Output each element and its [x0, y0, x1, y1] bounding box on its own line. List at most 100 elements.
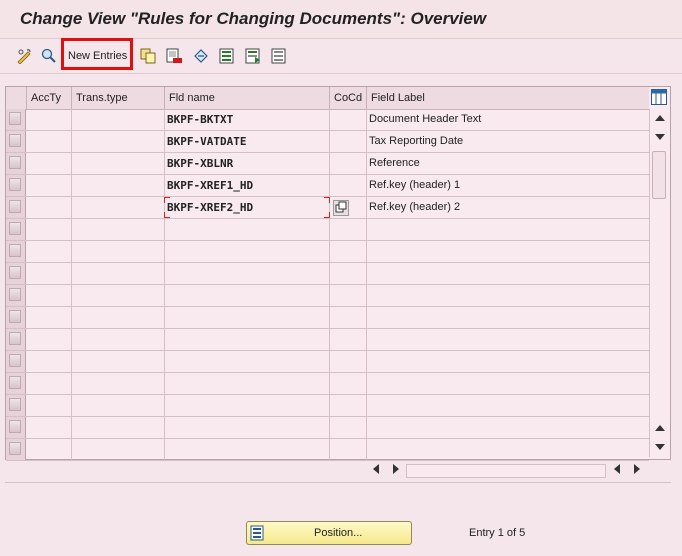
- cell-cocd[interactable]: [330, 351, 367, 372]
- cell-cocd[interactable]: [330, 219, 367, 240]
- cell-fld-name[interactable]: [165, 395, 330, 416]
- scroll-up-icon[interactable]: [655, 115, 665, 121]
- row-selector[interactable]: [6, 395, 26, 416]
- row-selector[interactable]: [6, 439, 26, 460]
- cell-trans-type[interactable]: [72, 131, 165, 152]
- cell-fld-name[interactable]: [165, 351, 330, 372]
- cell-fld-name[interactable]: BKPF-BKTXT: [165, 109, 330, 130]
- find-icon[interactable]: [41, 48, 57, 64]
- scroll-page-down-icon[interactable]: [655, 444, 665, 450]
- cell-accty[interactable]: [27, 285, 72, 306]
- row-selector[interactable]: [6, 263, 26, 284]
- cell-cocd[interactable]: [330, 329, 367, 350]
- cell-cocd[interactable]: [330, 373, 367, 394]
- row-selector[interactable]: [6, 197, 26, 218]
- scroll-page-up-icon[interactable]: [655, 425, 665, 431]
- row-selector[interactable]: [6, 219, 26, 240]
- copy-icon[interactable]: [140, 48, 156, 64]
- scroll-right-end-icon[interactable]: [634, 464, 640, 474]
- cell-fld-name[interactable]: [165, 219, 330, 240]
- cell-trans-type[interactable]: [72, 351, 165, 372]
- cell-accty[interactable]: [27, 351, 72, 372]
- cell-accty[interactable]: [27, 395, 72, 416]
- cell-fld-name[interactable]: [165, 307, 330, 328]
- cell-trans-type[interactable]: [72, 395, 165, 416]
- column-header-field-label[interactable]: Field Label: [367, 87, 649, 109]
- cell-trans-type[interactable]: [72, 175, 165, 196]
- cell-cocd[interactable]: [330, 395, 367, 416]
- cell-fld-name[interactable]: [165, 285, 330, 306]
- cell-trans-type[interactable]: [72, 417, 165, 438]
- row-selector[interactable]: [6, 373, 26, 394]
- column-header-trans-type[interactable]: Trans.type: [72, 87, 165, 109]
- cell-trans-type[interactable]: [72, 197, 165, 218]
- cell-accty[interactable]: [27, 373, 72, 394]
- select-block-icon[interactable]: [245, 48, 261, 64]
- cell-fld-name[interactable]: [165, 263, 330, 284]
- cell-cocd[interactable]: [330, 241, 367, 262]
- cell-trans-type[interactable]: [72, 329, 165, 350]
- column-header-cocd[interactable]: CoCd: [330, 87, 367, 109]
- cell-accty[interactable]: [27, 307, 72, 328]
- scroll-left-icon[interactable]: [373, 464, 379, 474]
- cell-accty[interactable]: [27, 175, 72, 196]
- cell-cocd[interactable]: [330, 285, 367, 306]
- cell-cocd[interactable]: [330, 263, 367, 284]
- cell-accty[interactable]: [27, 241, 72, 262]
- new-entries-button[interactable]: New Entries: [61, 38, 133, 70]
- cell-trans-type[interactable]: [72, 109, 165, 130]
- row-selector[interactable]: [6, 153, 26, 174]
- cell-accty[interactable]: [27, 329, 72, 350]
- undo-icon[interactable]: [193, 48, 209, 64]
- cell-trans-type[interactable]: [72, 263, 165, 284]
- cell-trans-type[interactable]: [72, 439, 165, 460]
- cell-trans-type[interactable]: [72, 373, 165, 394]
- row-selector[interactable]: [6, 109, 26, 130]
- cell-fld-name[interactable]: BKPF-XREF1_HD: [165, 175, 330, 196]
- horizontal-scrollbar[interactable]: [406, 464, 606, 478]
- select-all-icon[interactable]: [219, 48, 235, 64]
- cell-accty[interactable]: [27, 263, 72, 284]
- column-header-accty[interactable]: AccTy: [27, 87, 72, 109]
- cell-accty[interactable]: [27, 417, 72, 438]
- cell-fld-name[interactable]: [165, 329, 330, 350]
- row-selector[interactable]: [6, 285, 26, 306]
- scroll-left-end-icon[interactable]: [614, 464, 620, 474]
- select-all-column-header[interactable]: [6, 87, 27, 109]
- cell-trans-type[interactable]: [72, 219, 165, 240]
- row-selector[interactable]: [6, 329, 26, 350]
- cell-cocd[interactable]: [330, 439, 367, 460]
- cell-accty[interactable]: [27, 197, 72, 218]
- cell-fld-name[interactable]: BKPF-XBLNR: [165, 153, 330, 174]
- cell-cocd[interactable]: [330, 307, 367, 328]
- cell-accty[interactable]: [27, 153, 72, 174]
- scroll-right-icon[interactable]: [393, 464, 399, 474]
- cell-accty[interactable]: [27, 439, 72, 460]
- cell-fld-name[interactable]: [165, 373, 330, 394]
- row-selector[interactable]: [6, 175, 26, 196]
- vertical-scrollbar[interactable]: [649, 109, 670, 457]
- deselect-all-icon[interactable]: [271, 48, 287, 64]
- cell-accty[interactable]: [27, 109, 72, 130]
- cell-cocd[interactable]: [330, 153, 367, 174]
- display-change-icon[interactable]: [16, 48, 32, 64]
- position-button[interactable]: Position...: [246, 521, 412, 545]
- cell-fld-name[interactable]: [165, 241, 330, 262]
- cell-trans-type[interactable]: [72, 285, 165, 306]
- cell-accty[interactable]: [27, 219, 72, 240]
- cell-cocd[interactable]: [330, 417, 367, 438]
- row-selector[interactable]: [6, 417, 26, 438]
- cell-trans-type[interactable]: [72, 307, 165, 328]
- row-selector[interactable]: [6, 307, 26, 328]
- row-selector[interactable]: [6, 351, 26, 372]
- delete-icon[interactable]: [166, 48, 182, 64]
- cell-fld-name[interactable]: BKPF-XREF2_HD: [165, 197, 330, 218]
- scrollbar-thumb[interactable]: [652, 151, 666, 199]
- cell-trans-type[interactable]: [72, 153, 165, 174]
- cell-accty[interactable]: [27, 131, 72, 152]
- value-help-icon[interactable]: [333, 200, 349, 216]
- cell-fld-name[interactable]: [165, 417, 330, 438]
- row-selector[interactable]: [6, 241, 26, 262]
- cell-fld-name[interactable]: [165, 439, 330, 460]
- scroll-down-icon[interactable]: [655, 134, 665, 140]
